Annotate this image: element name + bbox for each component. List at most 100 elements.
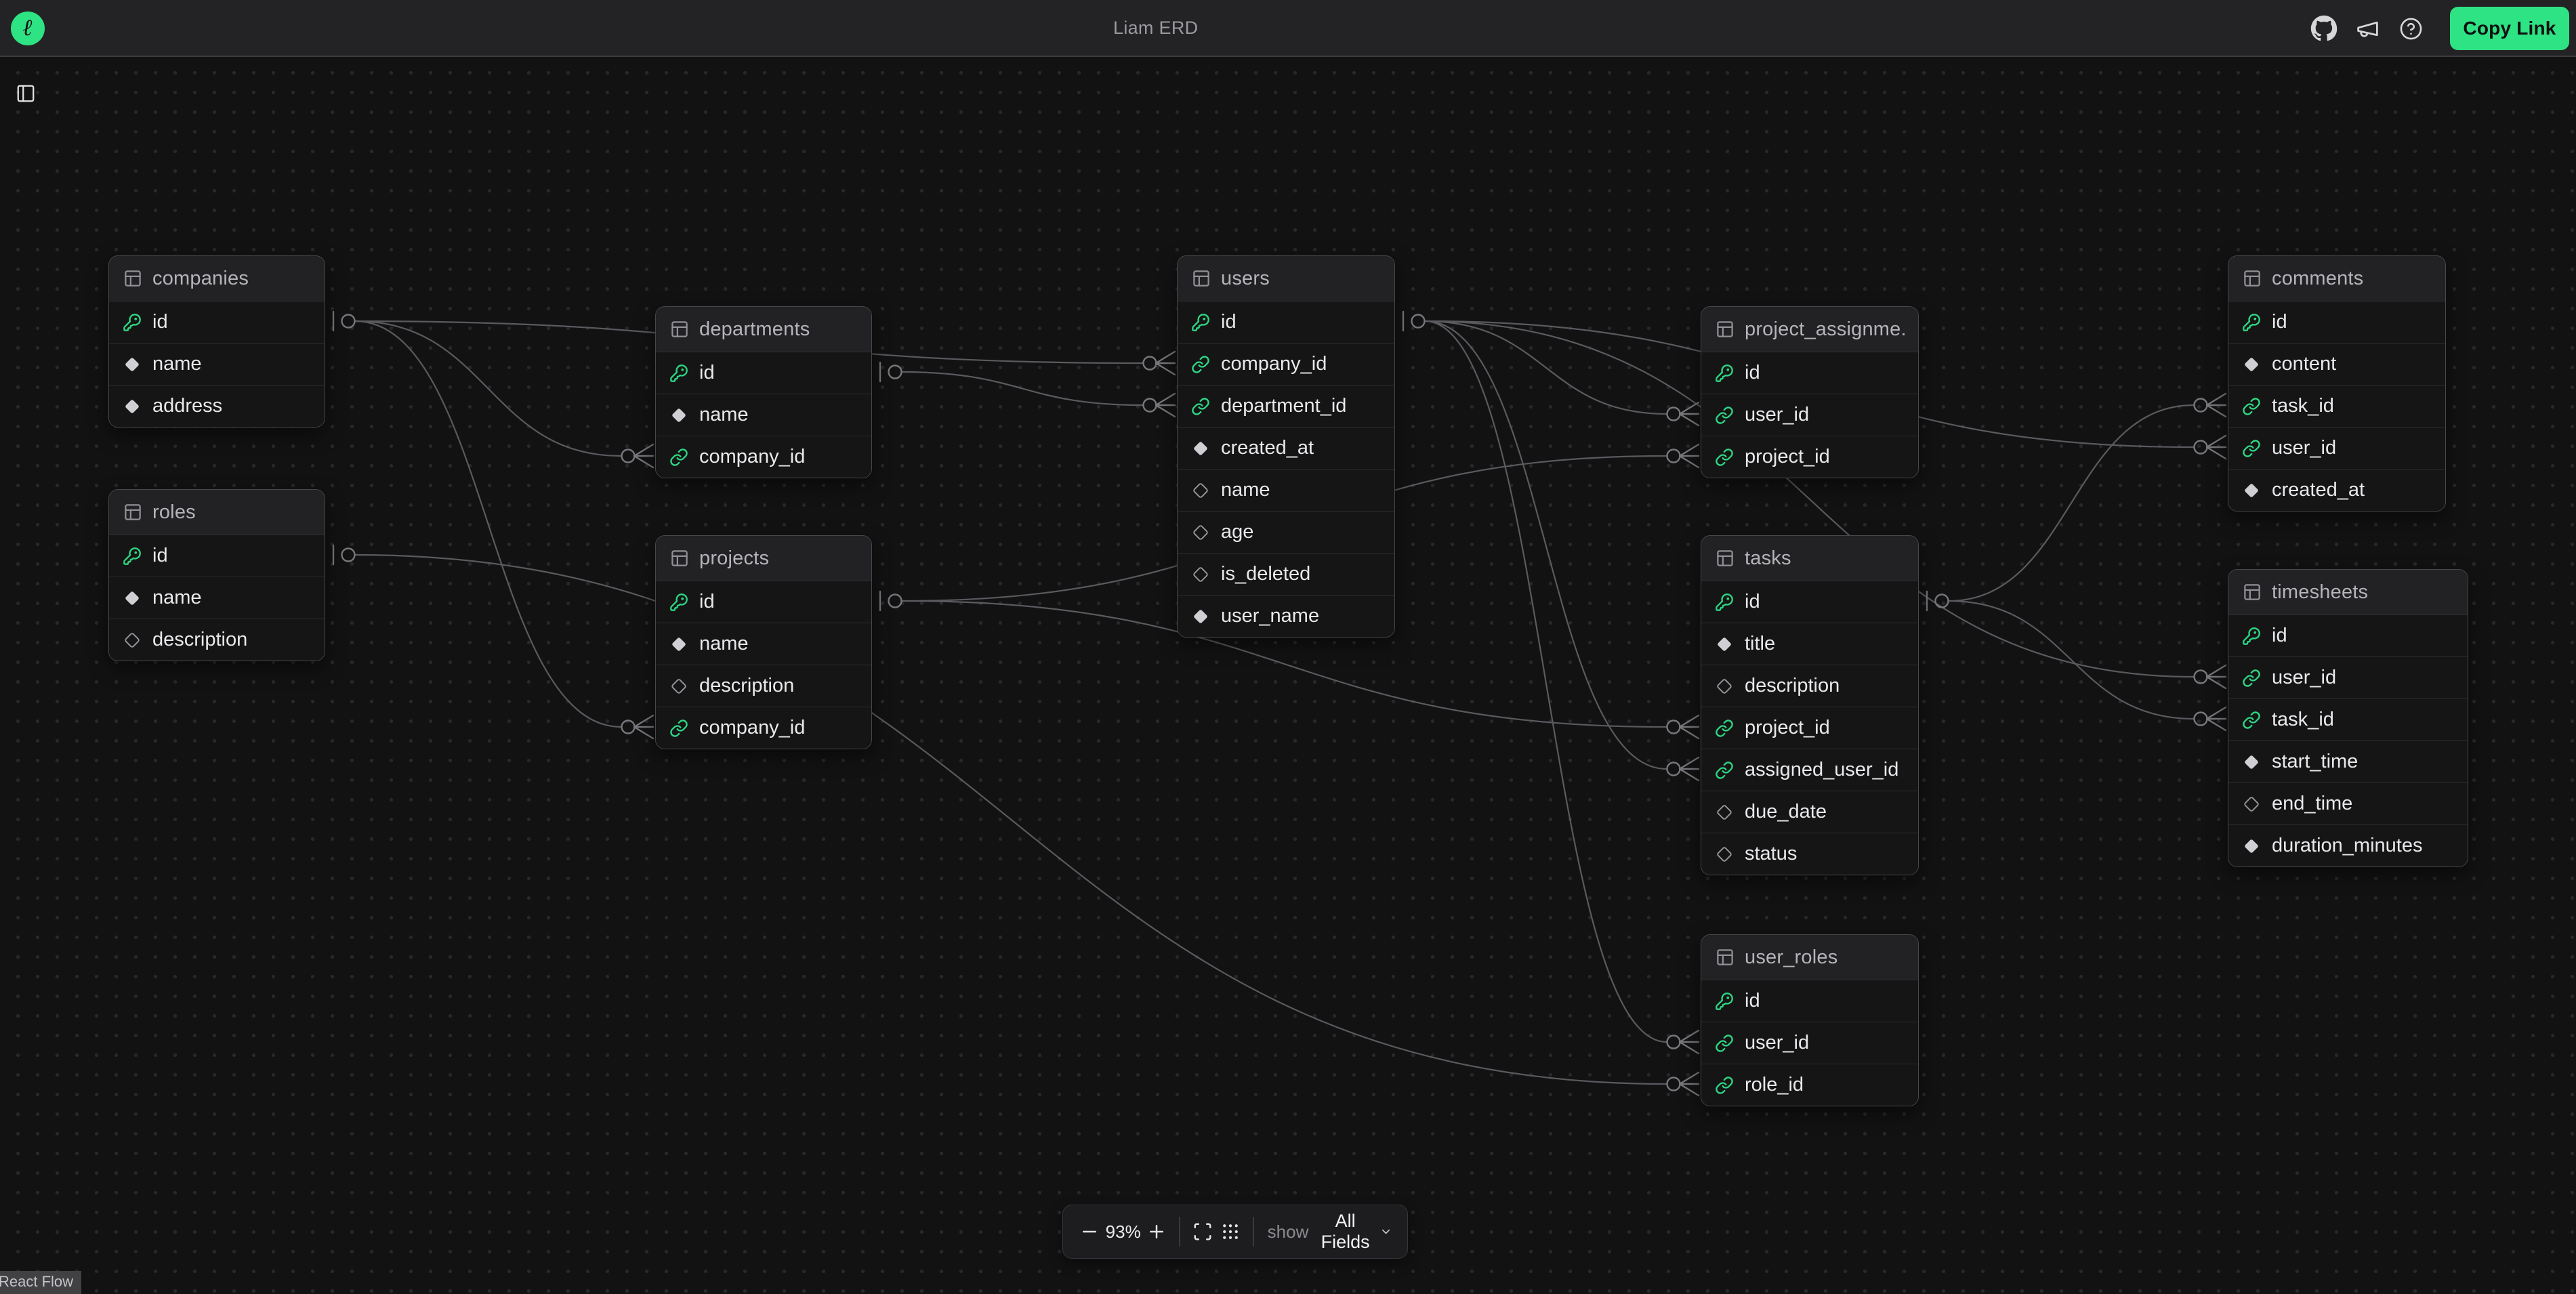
field-row-projects-description[interactable]: description [656,665,871,707]
field-row-departments-name[interactable]: name [656,394,871,436]
foreign-key-icon [2242,669,2261,688]
field-row-departments-company_id[interactable]: company_id [656,436,871,478]
sidebar-toggle-button[interactable] [8,76,43,111]
table-header-project_assignments[interactable]: project_assignme... [1701,307,1918,352]
foreign-key-icon [1191,397,1210,416]
field-row-timesheets-start_time[interactable]: start_time [2228,740,2468,782]
copy-link-button[interactable]: Copy Link [2450,7,2569,50]
show-label: show [1268,1222,1309,1243]
tidy-up-button[interactable] [1219,1216,1243,1247]
not-null-icon [2242,481,2261,500]
show-fields-dropdown[interactable]: All Fields [1318,1211,1392,1253]
table-icon [123,268,143,289]
field-row-tasks-id[interactable]: id [1701,581,1918,623]
toolbar-divider [1179,1217,1180,1247]
zoom-level: 93% [1106,1222,1141,1243]
liam-logo[interactable]: ℓ [11,12,45,45]
field-row-timesheets-task_id[interactable]: task_id [2228,698,2468,740]
table-header-timesheets[interactable]: timesheets [2228,570,2468,614]
fit-view-button[interactable] [1191,1216,1215,1247]
table-node-comments[interactable]: commentsidcontenttask_iduser_idcreated_a… [2228,255,2446,512]
field-row-roles-description[interactable]: description [109,619,325,661]
field-row-project_assignments-id[interactable]: id [1701,352,1918,394]
table-title: project_assignme... [1745,318,1905,341]
field-row-users-department_id[interactable]: department_id [1178,385,1394,427]
help-icon[interactable] [2393,0,2428,57]
edge-companies.id-to-projects.company_id [355,321,621,727]
field-row-tasks-title[interactable]: title [1701,623,1918,665]
table-header-departments[interactable]: departments [656,307,871,352]
table-node-users[interactable]: usersidcompany_id department_id created_at… [1177,255,1395,638]
field-row-timesheets-duration_minutes[interactable]: duration_minutes [2228,825,2468,867]
field-row-projects-company_id[interactable]: company_id [656,707,871,749]
field-row-comments-id[interactable]: id [2228,301,2445,343]
table-node-user_roles[interactable]: user_rolesiduser_idrole_id [1701,934,1919,1106]
foreign-key-icon [669,719,688,738]
field-name: project_id [1745,717,1830,739]
field-row-user_roles-user_id[interactable]: user_id [1701,1022,1918,1064]
field-row-timesheets-user_id[interactable]: user_id [2228,656,2468,698]
table-header-roles[interactable]: roles [109,490,325,535]
field-row-tasks-status[interactable]: status [1701,833,1918,875]
field-row-roles-id[interactable]: id [109,535,325,577]
field-row-tasks-due_date[interactable]: due_date [1701,791,1918,833]
field-row-comments-task_id[interactable]: task_id [2228,385,2445,427]
zoom-out-button[interactable] [1078,1216,1102,1247]
field-row-project_assignments-user_id[interactable]: user_id [1701,394,1918,436]
field-row-users-created_at[interactable]: created_at [1178,427,1394,469]
react-flow-attribution[interactable]: React Flow [0,1271,81,1294]
field-row-users-is_deleted[interactable]: is_deleted [1178,553,1394,595]
github-icon[interactable] [2306,0,2342,57]
field-row-projects-name[interactable]: name [656,623,871,665]
table-node-tasks[interactable]: tasksidtitledescription project_idassigne… [1701,535,1919,875]
table-node-projects[interactable]: projectsidnamedescriptioncompany_id [655,535,872,749]
field-name: department_id [1221,395,1346,417]
field-row-users-age[interactable]: age [1178,511,1394,553]
erd-canvas[interactable]: companiesidnameaddressrolesidnamedescrip… [0,0,2576,1294]
field-row-project_assignments-project_id[interactable]: project_id [1701,436,1918,478]
table-header-comments[interactable]: comments [2228,256,2445,301]
not-null-icon [1191,607,1210,626]
field-row-user_roles-role_id[interactable]: role_id [1701,1064,1918,1106]
table-header-users[interactable]: users [1178,256,1394,301]
table-header-user_roles[interactable]: user_roles [1701,935,1918,980]
field-name: name [152,587,202,609]
field-name: age [1221,521,1253,543]
table-header-tasks[interactable]: tasks [1701,536,1918,581]
field-row-comments-content[interactable]: content [2228,343,2445,385]
field-row-tasks-project_id[interactable]: project_id [1701,707,1918,749]
field-row-user_roles-id[interactable]: id [1701,980,1918,1022]
primary-key-icon [669,364,688,383]
table-icon [669,548,690,568]
field-row-roles-name[interactable]: name [109,577,325,619]
nullable-icon [2242,795,2261,814]
field-row-users-user_name[interactable]: user_name [1178,595,1394,637]
field-row-users-id[interactable]: id [1178,301,1394,343]
field-row-users-company_id[interactable]: company_id [1178,343,1394,385]
field-row-comments-user_id[interactable]: user_id [2228,427,2445,469]
field-row-users-name[interactable]: name [1178,469,1394,511]
field-row-companies-id[interactable]: id [109,301,325,343]
field-row-timesheets-id[interactable]: id [2228,614,2468,656]
table-node-project_assignments[interactable]: project_assignme...iduser_idproject_id [1701,306,1919,478]
table-node-roles[interactable]: rolesid name description [108,489,325,661]
field-row-departments-id[interactable]: id [656,352,871,394]
table-node-departments[interactable]: departmentsidnamecompany_id [655,306,872,478]
table-node-timesheets[interactable]: timesheetsiduser_id task_id start_timeend_… [2228,569,2468,867]
zoom-in-button[interactable] [1145,1216,1169,1247]
table-header-companies[interactable]: companies [109,256,325,301]
not-null-icon [669,406,688,425]
field-row-companies-name[interactable]: name [109,343,325,385]
field-name: task_id [2272,709,2334,731]
not-null-icon [2242,753,2261,772]
table-node-companies[interactable]: companiesidnameaddress [108,255,325,427]
field-row-tasks-description[interactable]: description [1701,665,1918,707]
field-row-projects-id[interactable]: id [656,581,871,623]
table-header-projects[interactable]: projects [656,536,871,581]
field-row-comments-created_at[interactable]: created_at [2228,469,2445,511]
field-row-companies-address[interactable]: address [109,385,325,427]
field-row-timesheets-end_time[interactable]: end_time [2228,782,2468,825]
field-row-tasks-assigned_user_id[interactable]: assigned_user_id [1701,749,1918,791]
foreign-key-icon [2242,439,2261,458]
megaphone-icon[interactable] [2350,0,2385,57]
